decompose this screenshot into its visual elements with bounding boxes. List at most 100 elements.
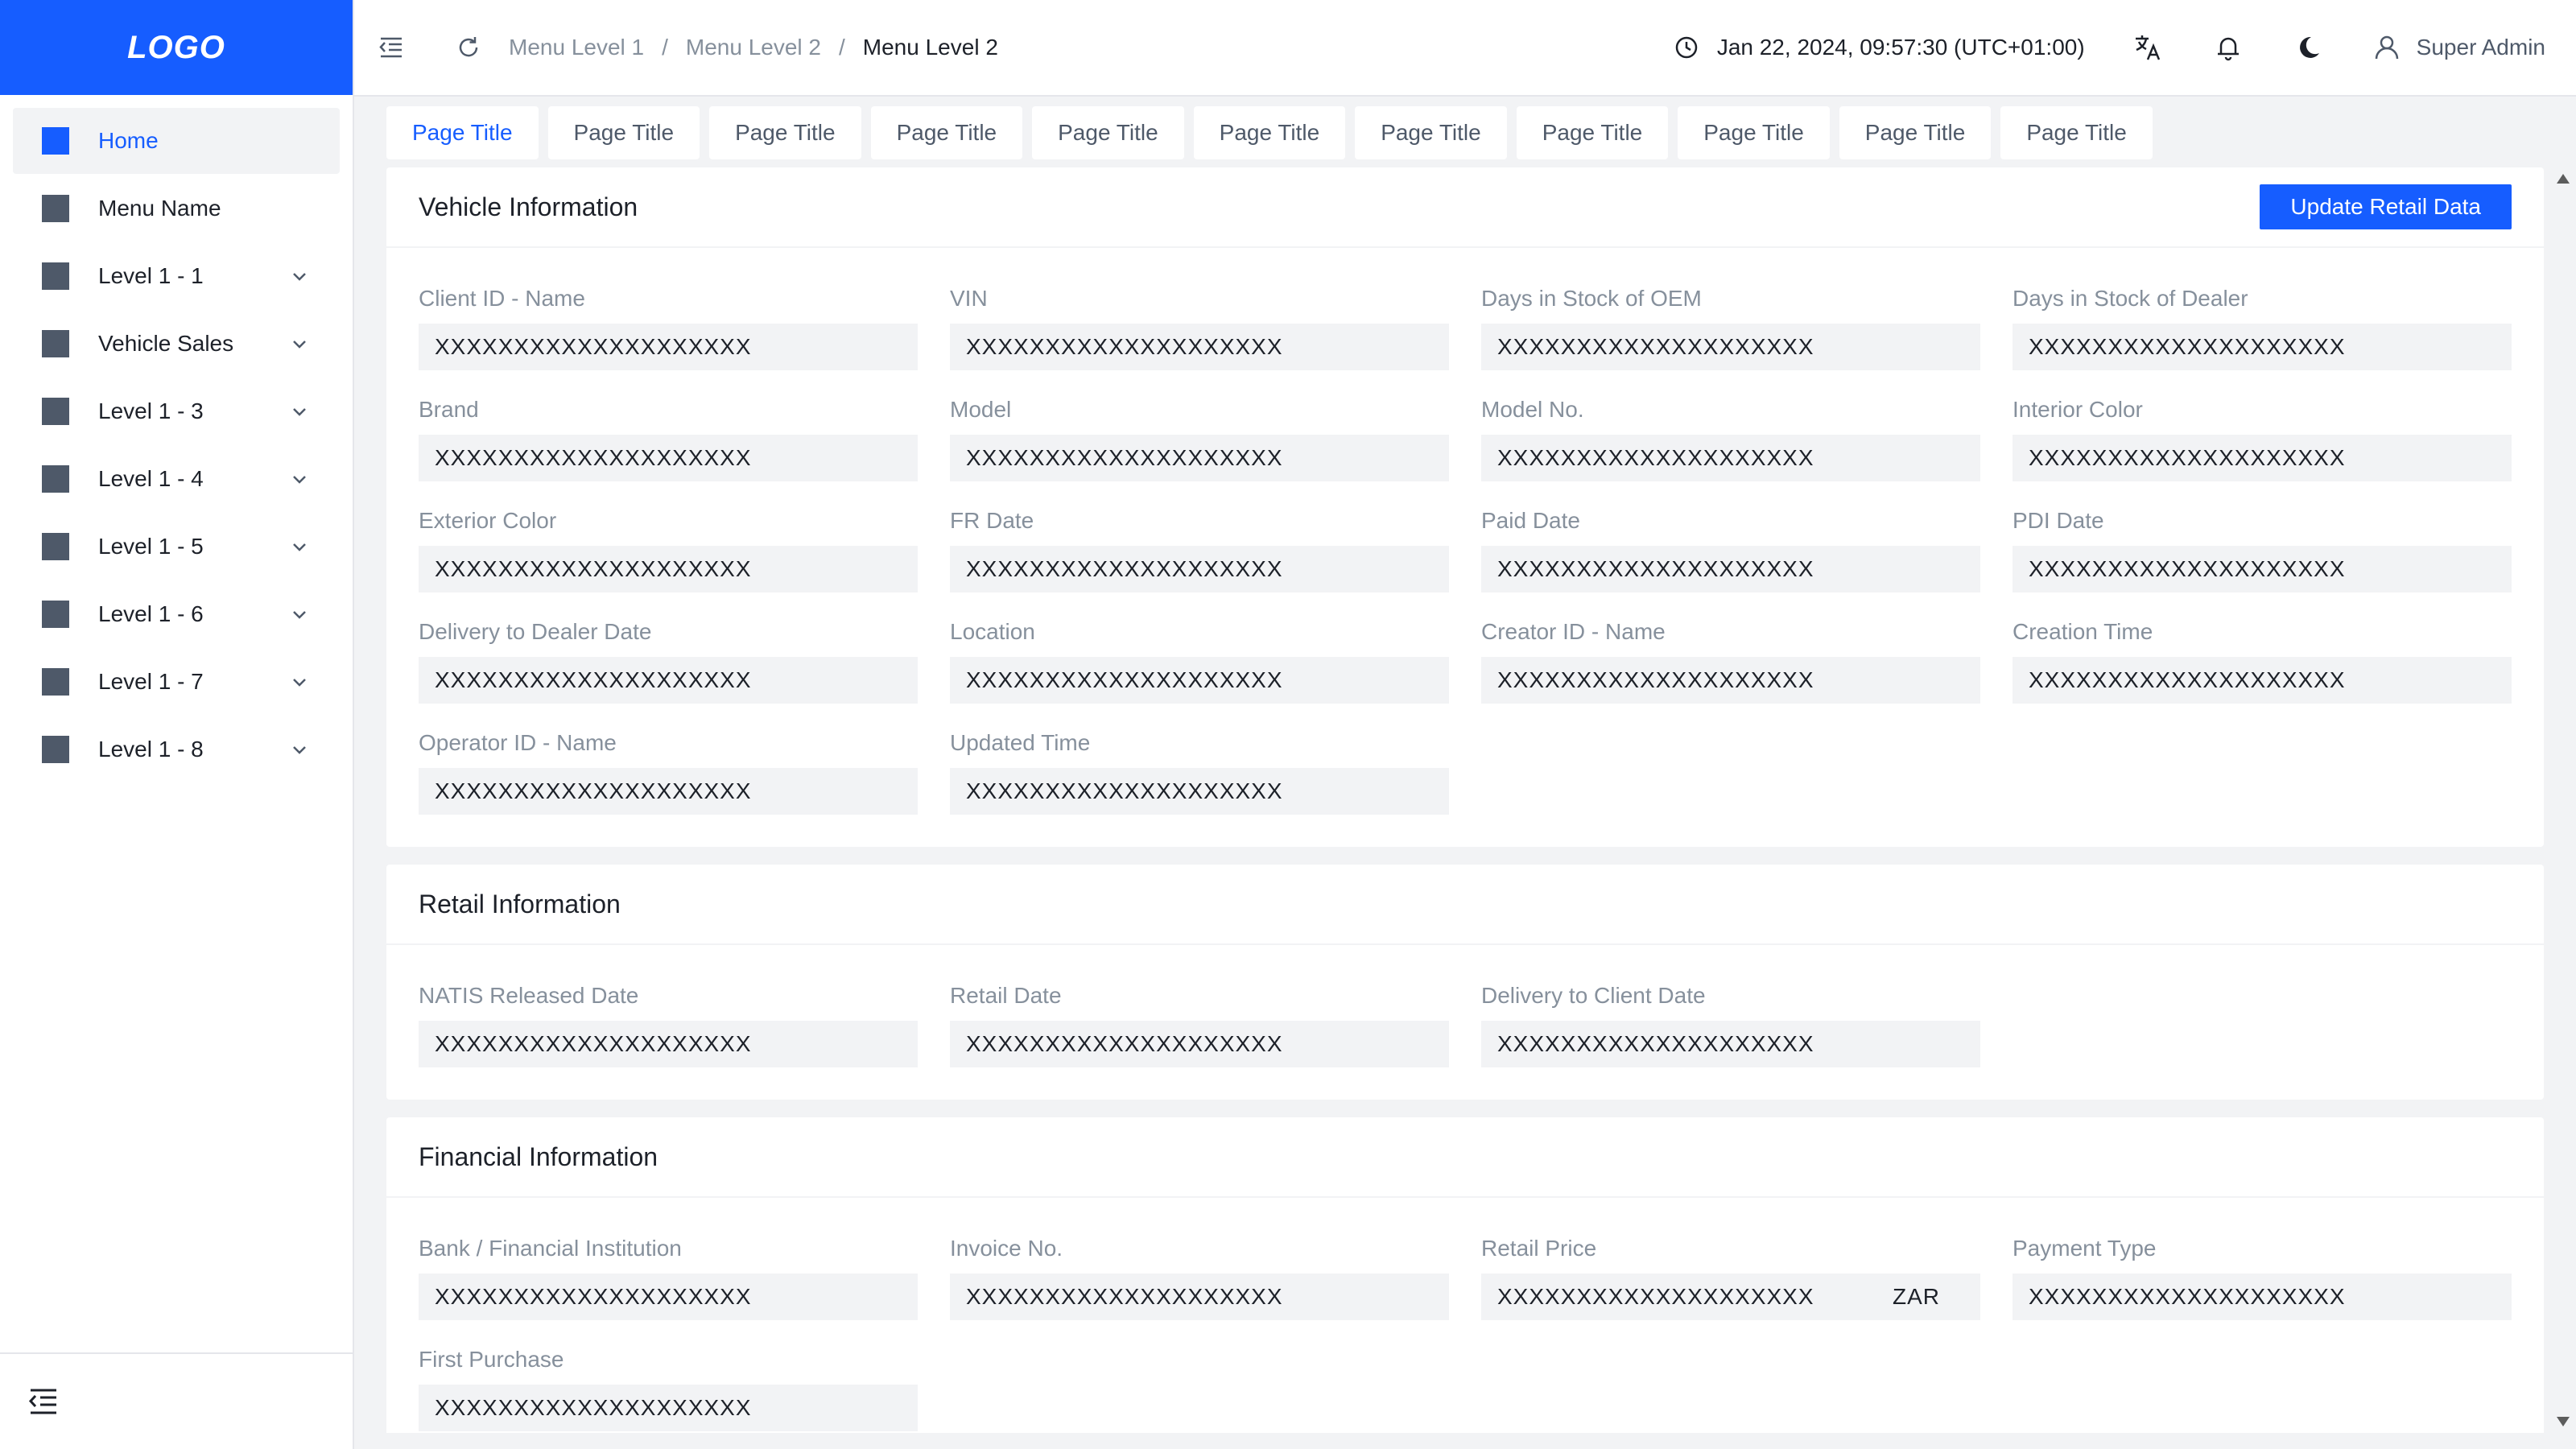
sidebar-menu: Home Menu Name Level 1 - 1 Vehicle Sales Lev…	[0, 95, 353, 782]
chevron-down-icon[interactable]	[290, 469, 309, 489]
breadcrumb-item[interactable]: Menu Level 1	[509, 35, 644, 60]
sidebar-item-level-1-4[interactable]: Level 1 - 4	[13, 446, 340, 512]
chevron-down-icon[interactable]	[290, 266, 309, 286]
menu-fold-icon[interactable]	[27, 1385, 60, 1418]
breadcrumb-current: Menu Level 2	[862, 35, 998, 60]
field-pdi-date: PDI Date XXXXXXXXXXXXXXXXXXXX	[2013, 507, 2512, 592]
field-label: Retail Price	[1481, 1236, 1597, 1261]
tab-page-title[interactable]: Page Title	[870, 106, 1023, 159]
scroll-up-arrow[interactable]	[2557, 174, 2570, 184]
sidebar-item-label: Level 1 - 3	[98, 398, 204, 423]
field-value[interactable]: XXXXXXXXXXXXXXXXXXXX	[2013, 657, 2512, 704]
tab-page-title[interactable]: Page Title	[386, 106, 539, 159]
field-value[interactable]: XXXXXXXXXXXXXXXXXXXX	[2013, 546, 2512, 592]
field-label: Delivery to Client Date	[1481, 983, 1706, 1008]
tab-page-title[interactable]: Page Title	[709, 106, 861, 159]
tab-page-title[interactable]: Page Title	[1355, 106, 1507, 159]
menu-icon	[42, 533, 69, 560]
field-value[interactable]: XXXXXXXXXXXXXXXXXXXX	[2013, 1274, 2512, 1320]
sidebar-item-level-1-7[interactable]: Level 1 - 7	[13, 649, 340, 715]
chevron-down-icon[interactable]	[290, 740, 309, 759]
field-value-text: XXXXXXXXXXXXXXXXXXXX	[966, 445, 1283, 470]
menu-fold-icon[interactable]	[375, 31, 407, 64]
moon-icon[interactable]	[2293, 31, 2325, 64]
tab-page-title[interactable]: Page Title	[1193, 106, 1346, 159]
scrollbar[interactable]	[2550, 167, 2576, 1433]
user-menu[interactable]: Super Admin	[2373, 34, 2545, 61]
field-label: Exterior Color	[419, 508, 557, 533]
sidebar-item-level-1-1[interactable]: Level 1 - 1	[13, 243, 340, 309]
tab-page-title[interactable]: Page Title	[1678, 106, 1830, 159]
tab-page-title[interactable]: Page Title	[1032, 106, 1184, 159]
field-value[interactable]: XXXXXXXXXXXXXXXXXXXX	[419, 546, 918, 592]
field-value[interactable]: XXXXXXXXXXXXXXXXXXXX	[419, 657, 918, 704]
chevron-down-icon[interactable]	[290, 605, 309, 624]
sidebar-item-vehicle-sales[interactable]: Vehicle Sales	[13, 311, 340, 377]
sidebar-item-level-1-6[interactable]: Level 1 - 6	[13, 581, 340, 647]
field-value[interactable]: XXXXXXXXXXXXXXXXXXXX	[1481, 435, 1980, 481]
field-value-text: XXXXXXXXXXXXXXXXXXXX	[2029, 667, 2346, 692]
field-value[interactable]: XXXXXXXXXXXXXXXXXXXX	[1481, 657, 1980, 704]
logo[interactable]: LOGO	[0, 0, 353, 95]
field-value-text: XXXXXXXXXXXXXXXXXXXX	[1497, 445, 1814, 470]
field-value[interactable]: XXXXXXXXXXXXXXXXXXXX	[950, 657, 1449, 704]
tab-page-title[interactable]: Page Title	[547, 106, 700, 159]
field-value[interactable]: XXXXXXXXXXXXXXXXXXXX	[419, 1274, 918, 1320]
field-value[interactable]: XXXXXXXXXXXXXXXXXXXX	[950, 768, 1449, 815]
field-value[interactable]: XXXXXXXXXXXXXXXXXXXX	[950, 1274, 1449, 1320]
translate-icon[interactable]	[2132, 31, 2164, 64]
field-value[interactable]: XXXXXXXXXXXXXXXXXXXX	[1481, 1021, 1980, 1067]
sidebar-item-menu-name[interactable]: Menu Name	[13, 175, 340, 242]
field-brand: Brand XXXXXXXXXXXXXXXXXXXX	[419, 396, 918, 481]
field-value[interactable]: XXXXXXXXXXXXXXXXXXXX	[419, 435, 918, 481]
menu-icon	[42, 195, 69, 222]
menu-icon	[42, 736, 69, 763]
user-name: Super Admin	[2416, 35, 2545, 60]
sidebar-item-home[interactable]: Home	[13, 108, 340, 174]
field-value[interactable]: XXXXXXXXXXXXXXXXXXXX	[950, 1021, 1449, 1067]
field-label: Client ID - Name	[419, 286, 585, 311]
breadcrumb-item[interactable]: Menu Level 2	[686, 35, 821, 60]
field-value[interactable]: XXXXXXXXXXXXXXXXXXXX	[1481, 324, 1980, 370]
update-retail-data-button[interactable]: Update Retail Data	[2260, 184, 2512, 229]
field-value-text: XXXXXXXXXXXXXXXXXXXX	[2029, 334, 2346, 359]
field-label: Delivery to Dealer Date	[419, 619, 652, 644]
tab-page-title[interactable]: Page Title	[1516, 106, 1669, 159]
chevron-down-icon[interactable]	[290, 402, 309, 421]
chevron-down-icon[interactable]	[290, 537, 309, 556]
field-value[interactable]: XXXXXXXXXXXXXXXXXXXX	[419, 1021, 918, 1067]
scroll-down-arrow[interactable]	[2557, 1417, 2570, 1426]
field-bank-financial-institution: Bank / Financial Institution XXXXXXXXXXXX…	[419, 1235, 918, 1320]
field-label: Model	[950, 397, 1012, 422]
field-value-text: XXXXXXXXXXXXXXXXXXXX	[1497, 667, 1814, 692]
sidebar-item-level-1-5[interactable]: Level 1 - 5	[13, 514, 340, 580]
field-retail-price: Retail Price XXXXXXXXXXXXXXXXXXXX ZAR	[1481, 1235, 1980, 1320]
bell-icon[interactable]	[2212, 31, 2244, 64]
tab-page-title[interactable]: Page Title	[1839, 106, 1992, 159]
menu-icon	[42, 262, 69, 290]
chevron-down-icon[interactable]	[290, 672, 309, 691]
refresh-icon[interactable]	[452, 31, 485, 64]
sidebar: LOGO Home Menu Name Level 1 - 1 Vehicle Sal…	[0, 0, 354, 1449]
field-value[interactable]: XXXXXXXXXXXXXXXXXXXX	[2013, 324, 2512, 370]
currency-suffix: ZAR	[1893, 1284, 1940, 1309]
field-value[interactable]: XXXXXXXXXXXXXXXXXXXX	[419, 1385, 918, 1431]
field-value-text: XXXXXXXXXXXXXXXXXXXX	[966, 667, 1283, 692]
field-value[interactable]: XXXXXXXXXXXXXXXXXXXX	[950, 324, 1449, 370]
sidebar-item-level-1-3[interactable]: Level 1 - 3	[13, 378, 340, 444]
field-fr-date: FR Date XXXXXXXXXXXXXXXXXXXX	[950, 507, 1449, 592]
tab-page-title[interactable]: Page Title	[2000, 106, 2153, 159]
field-value[interactable]: XXXXXXXXXXXXXXXXXXXX	[419, 324, 918, 370]
field-value[interactable]: XXXXXXXXXXXXXXXXXXXX	[419, 768, 918, 815]
field-value[interactable]: XXXXXXXXXXXXXXXXXXXX	[2013, 435, 2512, 481]
field-value[interactable]: XXXXXXXXXXXXXXXXXXXX	[950, 435, 1449, 481]
field-value[interactable]: XXXXXXXXXXXXXXXXXXXX ZAR	[1481, 1274, 1980, 1320]
field-value-text: XXXXXXXXXXXXXXXXXXXX	[435, 1031, 752, 1056]
field-value[interactable]: XXXXXXXXXXXXXXXXXXXX	[950, 546, 1449, 592]
field-grid: NATIS Released Date XXXXXXXXXXXXXXXXXXXX R…	[386, 945, 2544, 1100]
field-value-text: XXXXXXXXXXXXXXXXXXXX	[2029, 1284, 2346, 1309]
sidebar-item-level-1-8[interactable]: Level 1 - 8	[13, 716, 340, 782]
chevron-down-icon[interactable]	[290, 334, 309, 353]
field-value[interactable]: XXXXXXXXXXXXXXXXXXXX	[1481, 546, 1980, 592]
field-label: Operator ID - Name	[419, 730, 617, 755]
